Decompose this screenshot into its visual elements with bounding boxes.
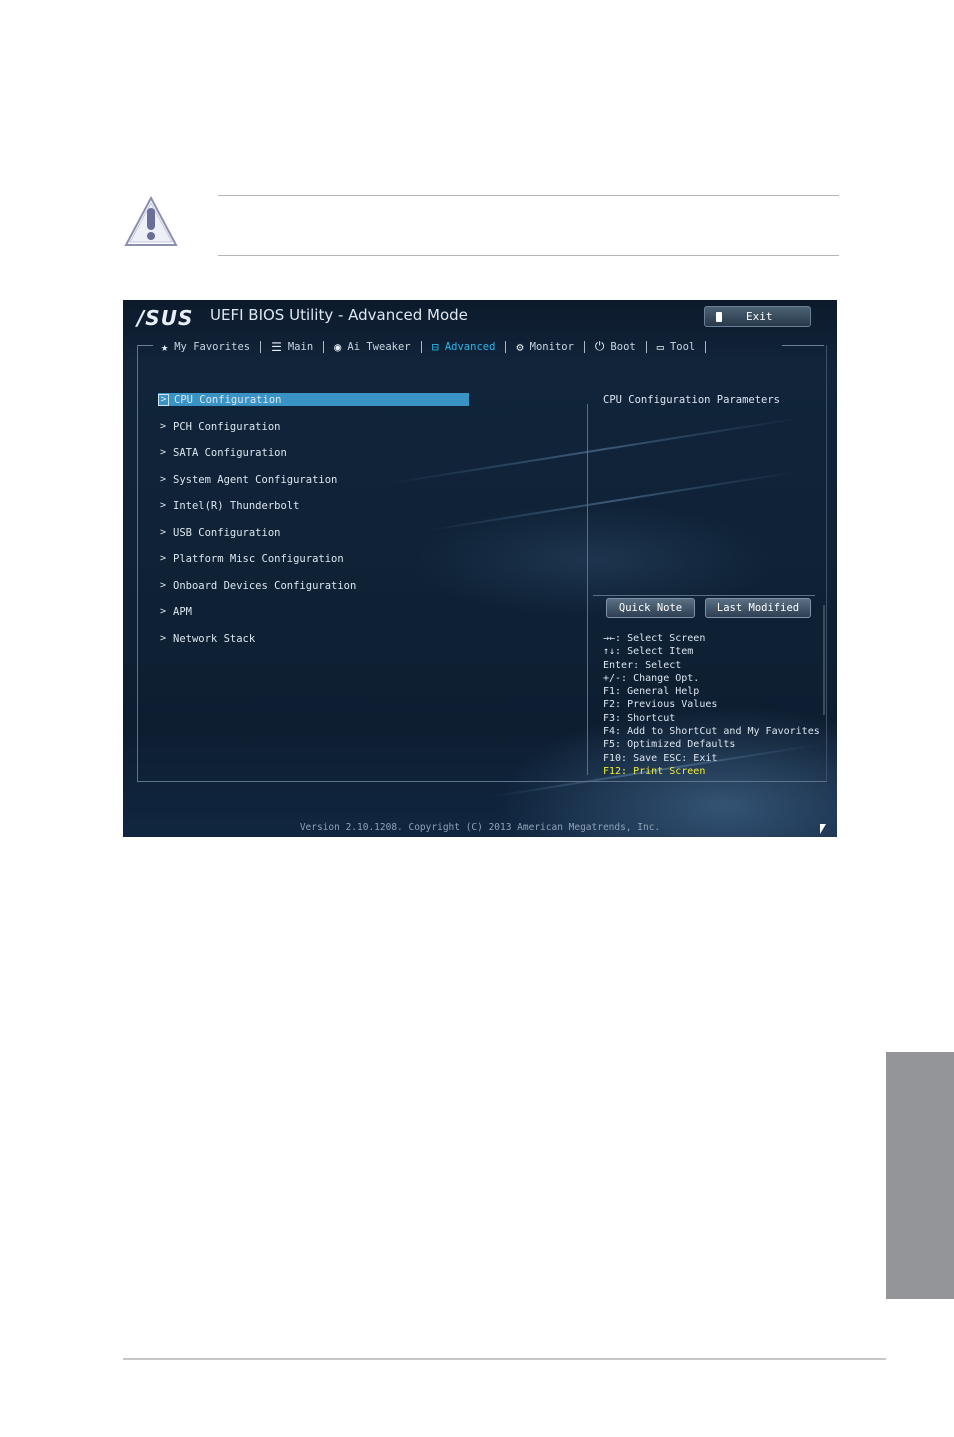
key-hint: F3: Shortcut [603,712,676,724]
key-hint: F1: General Help [603,686,700,698]
key-hint: ↑↓: Select Item [603,646,694,658]
menu-item-platform-misc-configuration[interactable]: > Platform Misc Configuration [158,552,344,565]
menu-item-label: APM [173,605,192,618]
last-modified-button[interactable]: Last Modified [705,598,811,618]
menu-item-cpu-configuration[interactable]: > CPU Configuration [158,393,469,406]
key-hint: →←: Select Screen [603,633,706,644]
key-hint: F10: Save ESC: Exit [603,752,718,764]
chevron-right-icon: > [158,393,169,406]
scrollbar[interactable] [823,605,825,715]
menu-item-label: PCH Configuration [173,420,281,433]
chapter-side-tab [886,1052,954,1299]
page-bottom-rule [123,1358,886,1360]
chevron-right-icon: > [159,633,167,644]
quick-note-button[interactable]: Quick Note [606,598,695,618]
panel-divider [587,404,588,775]
key-hint: F4: Add to ShortCut and My Favorites [603,726,820,738]
menu-item-label: Onboard Devices Configuration [173,579,357,592]
help-separator [593,595,815,596]
exit-label: Exit [746,310,773,323]
chevron-right-icon: > [159,500,167,511]
chevron-right-icon: > [159,421,167,432]
menu-item-label: USB Configuration [173,526,281,539]
chevron-right-icon: > [159,447,167,458]
key-hint: +/-: Change Opt. [603,672,700,684]
asus-logo: /SUS [137,306,194,330]
caution-top-rule [218,195,839,196]
caution-triangle-icon [124,196,178,246]
exit-button[interactable]: Exit [704,306,811,327]
bios-title: UEFI BIOS Utility - Advanced Mode [210,306,468,324]
menu-item-network-stack[interactable]: > Network Stack [158,632,255,645]
exit-door-icon [716,311,722,322]
menu-item-pch-configuration[interactable]: > PCH Configuration [158,420,280,433]
menu-item-apm[interactable]: > APM [158,605,192,618]
menu-item-system-agent-configuration[interactable]: > System Agent Configuration [158,473,337,486]
key-hint: F5: Optimized Defaults [603,739,736,751]
key-hint-print-screen: F12: Print Screen [603,765,706,777]
chevron-right-icon: > [159,580,167,591]
key-hint: F2: Previous Values [603,699,718,711]
menu-item-intel-thunderbolt[interactable]: > Intel(R) Thunderbolt [158,499,299,512]
menu-item-usb-configuration[interactable]: > USB Configuration [158,526,280,539]
menu-item-sata-configuration[interactable]: > SATA Configuration [158,446,287,459]
chevron-right-icon: > [159,474,167,485]
chevron-right-icon: > [159,527,167,538]
menu-item-label: Intel(R) Thunderbolt [173,499,300,512]
caution-bottom-rule [218,255,839,256]
version-footer: Version 2.10.1208. Copyright (C) 2013 Am… [299,822,661,833]
help-title: CPU Configuration Parameters [603,394,781,406]
menu-item-label: Network Stack [173,632,256,645]
key-hint: Enter: Select [603,659,682,671]
chevron-right-icon: > [159,553,167,564]
mouse-cursor-icon [820,824,826,834]
bios-screenshot: /SUS UEFI BIOS Utility - Advanced Mode E… [123,300,837,837]
menu-item-onboard-devices-configuration[interactable]: > Onboard Devices Configuration [158,579,356,592]
key-legend: →←: Select Screen ↑↓: Select Item Enter:… [603,632,820,778]
menu-item-label: SATA Configuration [173,446,287,459]
menu-item-label: CPU Configuration [174,393,282,406]
chevron-right-icon: > [159,606,167,617]
menu-item-label: Platform Misc Configuration [173,552,344,565]
menu-item-label: System Agent Configuration [173,473,338,486]
